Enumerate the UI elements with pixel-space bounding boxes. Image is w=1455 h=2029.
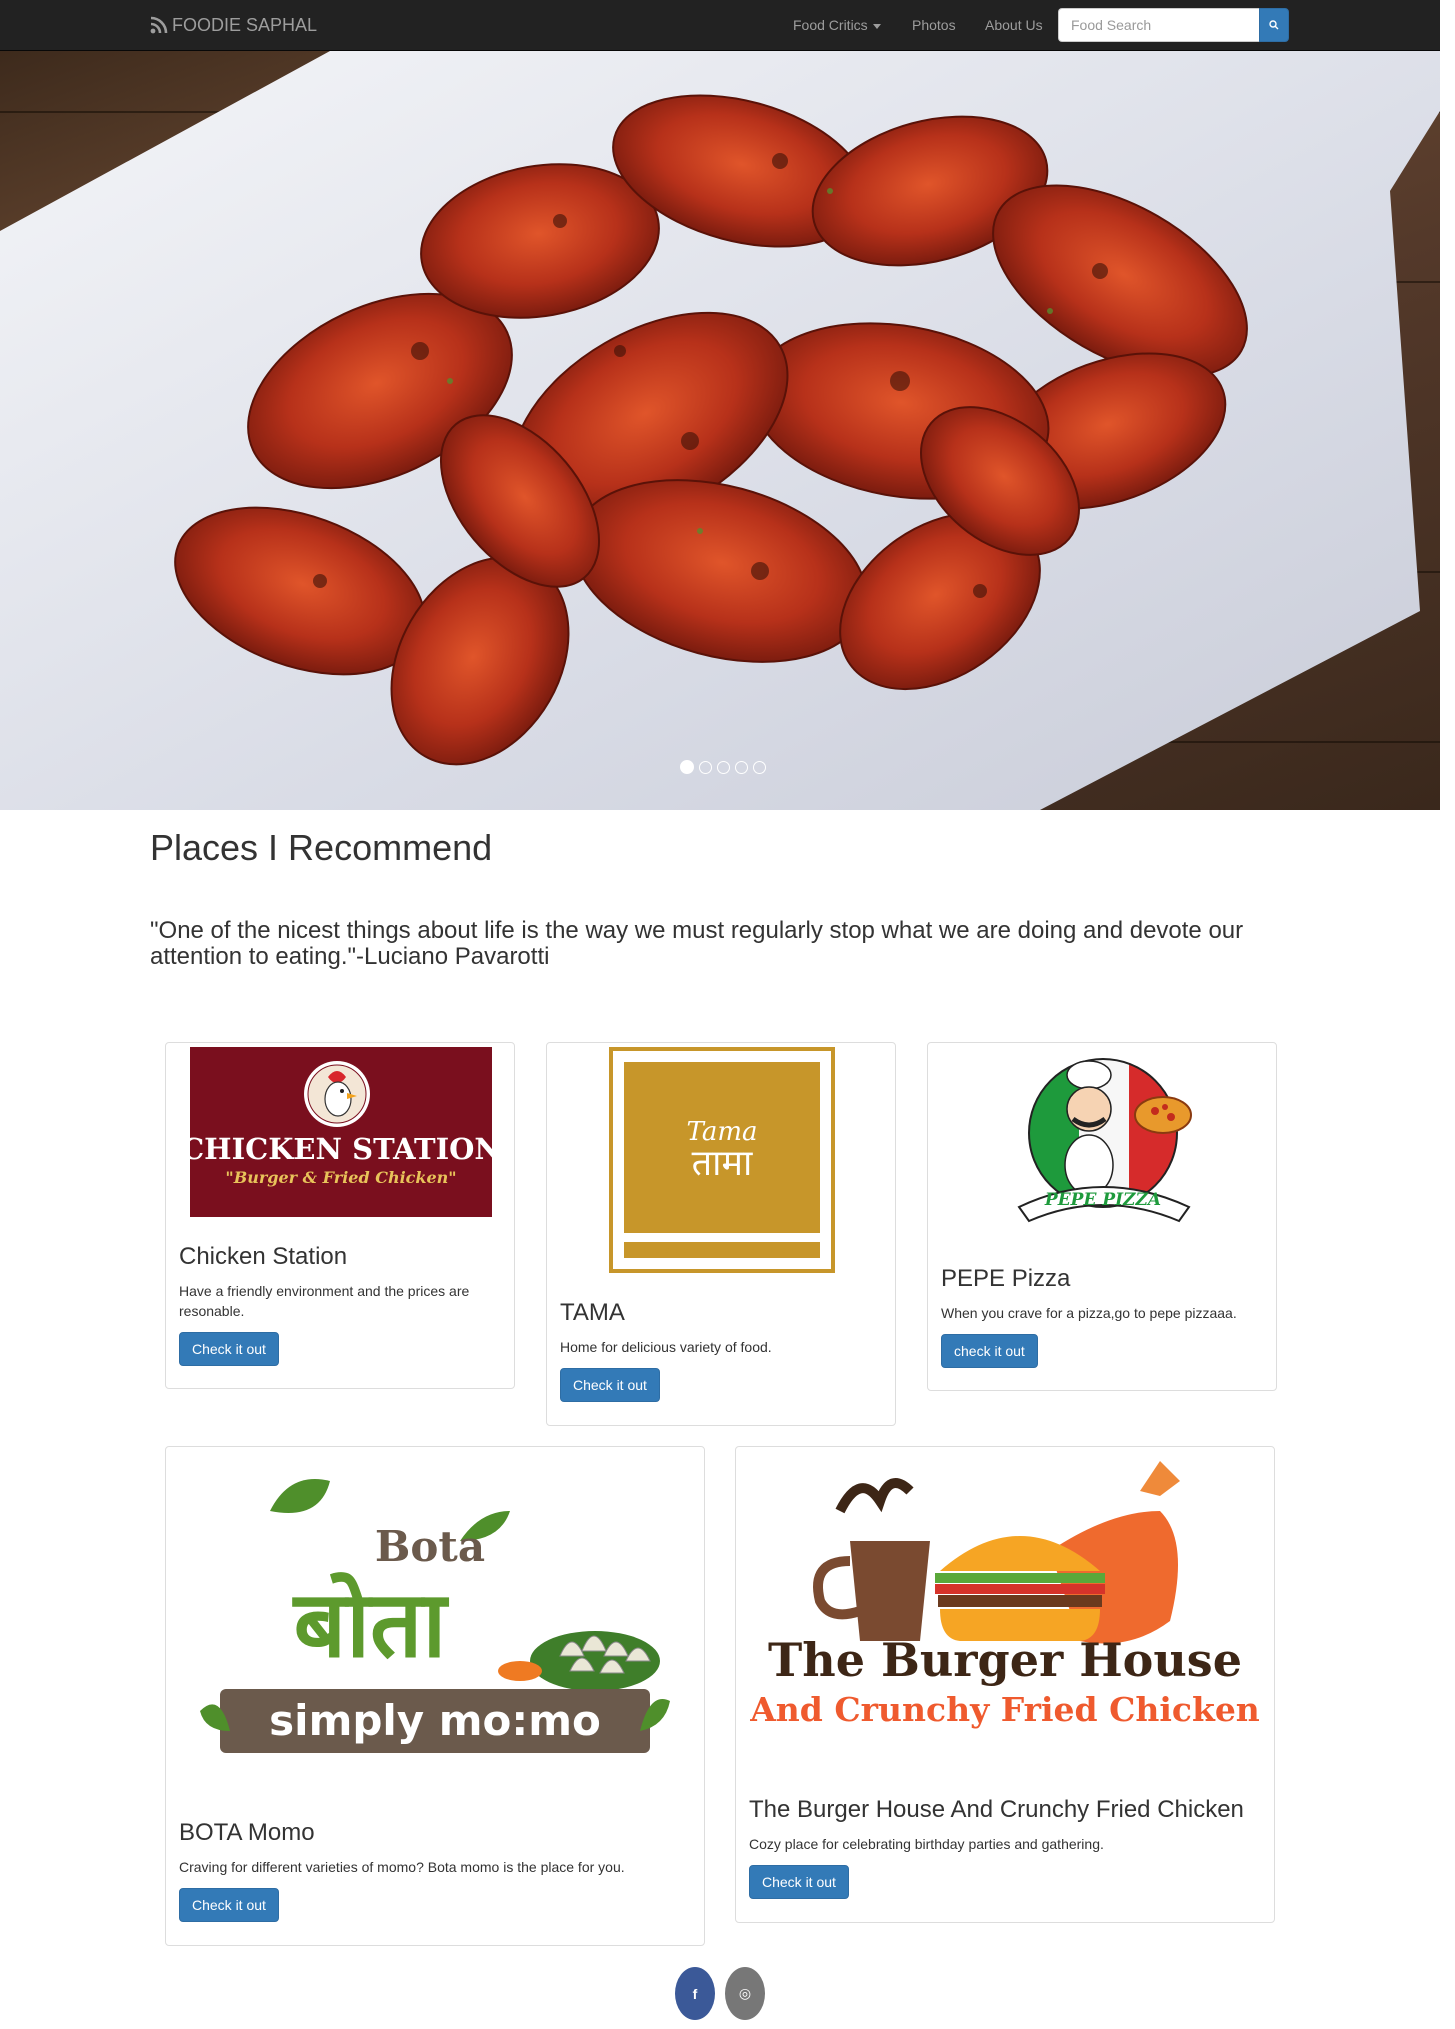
burger-house-logo-subtext: And Crunchy Fried Chicken — [749, 1690, 1260, 1729]
navbar: FOODIE SAPHAL Food Critics Photos About … — [0, 0, 1440, 51]
carousel[interactable] — [0, 51, 1440, 810]
tama-logo-subtext: Restaurant & Bar — [643, 1246, 800, 1256]
chicken-station-logo-text: CHICKEN STATION — [190, 1132, 492, 1166]
carousel-indicator[interactable] — [680, 760, 694, 774]
card-description: Craving for different varieties of momo?… — [179, 1859, 625, 1875]
food-search-input[interactable] — [1058, 8, 1259, 42]
check-it-out-button[interactable]: Check it out — [560, 1368, 660, 1402]
bota-momo-logo-script: बोता — [292, 1571, 450, 1678]
pepe-pizza-logo-text: PEPE PIZZA — [1044, 1190, 1161, 1210]
card-pepe-pizza: PEPE PIZZA PEPE Pizza When you crave for… — [927, 1042, 1277, 1391]
carousel-indicator[interactable] — [753, 761, 766, 774]
card-title: Chicken Station — [179, 1243, 348, 1270]
bota-momo-logo-text: Bota — [375, 1522, 485, 1571]
carousel-indicator[interactable] — [699, 761, 712, 774]
card-tama: Tama तामा Restaurant & Bar TAMA Home for… — [546, 1042, 896, 1426]
card-title: PEPE Pizza — [941, 1265, 1071, 1292]
burger-house-logo-text: The Burger House — [768, 1633, 1242, 1687]
search-icon — [1269, 20, 1279, 30]
facebook-link[interactable]: f — [675, 1967, 715, 2020]
carousel-indicators — [680, 760, 766, 774]
card-description: Home for delicious variety of food. — [560, 1339, 772, 1355]
check-it-out-button[interactable]: check it out — [941, 1334, 1038, 1368]
card-description: Have a friendly environment and the pric… — [179, 1283, 470, 1319]
chicken-station-logo-subtext: "Burger & Fried Chicken" — [225, 1168, 456, 1187]
nav-food-critics-label: Food Critics — [793, 17, 868, 33]
card-burger-house: The Burger House And Crunchy Fried Chick… — [735, 1446, 1275, 1923]
nav-photos-link[interactable]: Photos — [912, 16, 956, 34]
brand-link[interactable]: FOODIE SAPHAL — [150, 13, 317, 37]
card-title: The Burger House And Crunchy Fried Chick… — [749, 1796, 1244, 1823]
carousel-indicator[interactable] — [735, 761, 748, 774]
instagram-link[interactable]: ◎ — [725, 1967, 765, 2020]
card-chicken-station: CHICKEN STATION "Burger & Fried Chicken"… — [165, 1042, 515, 1389]
chicken-wings-image — [0, 51, 1440, 810]
nav-about-us-link[interactable]: About Us — [985, 16, 1043, 34]
check-it-out-button[interactable]: Check it out — [179, 1888, 279, 1922]
nav-food-critics-dropdown[interactable]: Food Critics — [793, 16, 881, 34]
rss-icon — [150, 16, 168, 34]
brand-label: FOODIE SAPHAL — [172, 14, 318, 35]
burger-house-logo: The Burger House And Crunchy Fried Chick… — [740, 1451, 1270, 1771]
page-title: Places I Recommend — [150, 827, 493, 868]
pepe-pizza-logo: PEPE PIZZA — [971, 1047, 1235, 1239]
chicken-station-logo: CHICKEN STATION "Burger & Fried Chicken" — [190, 1047, 492, 1217]
instagram-icon: ◎ — [738, 1985, 752, 2001]
card-bota-momo: Bota बोता simply mo:mo BOTA Momo Craving… — [165, 1446, 705, 1946]
card-description: When you crave for a pizza,go to pepe pi… — [941, 1305, 1237, 1321]
card-description: Cozy place for celebrating birthday part… — [749, 1836, 1104, 1852]
bota-momo-logo: Bota बोता simply mo:mo — [190, 1451, 680, 1791]
bota-momo-logo-subtext: simply mo:mo — [269, 1696, 601, 1745]
check-it-out-button[interactable]: Check it out — [749, 1865, 849, 1899]
caret-down-icon — [872, 23, 881, 29]
check-it-out-button[interactable]: Check it out — [179, 1332, 279, 1366]
facebook-icon: f — [692, 1985, 698, 2002]
card-title: BOTA Momo — [179, 1819, 315, 1846]
quote-text: "One of the nicest things about life is … — [150, 917, 1244, 970]
tama-logo-script: तामा — [692, 1143, 753, 1184]
tama-logo: Tama तामा Restaurant & Bar — [609, 1047, 835, 1273]
card-title: TAMA — [560, 1299, 625, 1326]
search-button[interactable] — [1259, 8, 1289, 42]
carousel-indicator[interactable] — [717, 761, 730, 774]
